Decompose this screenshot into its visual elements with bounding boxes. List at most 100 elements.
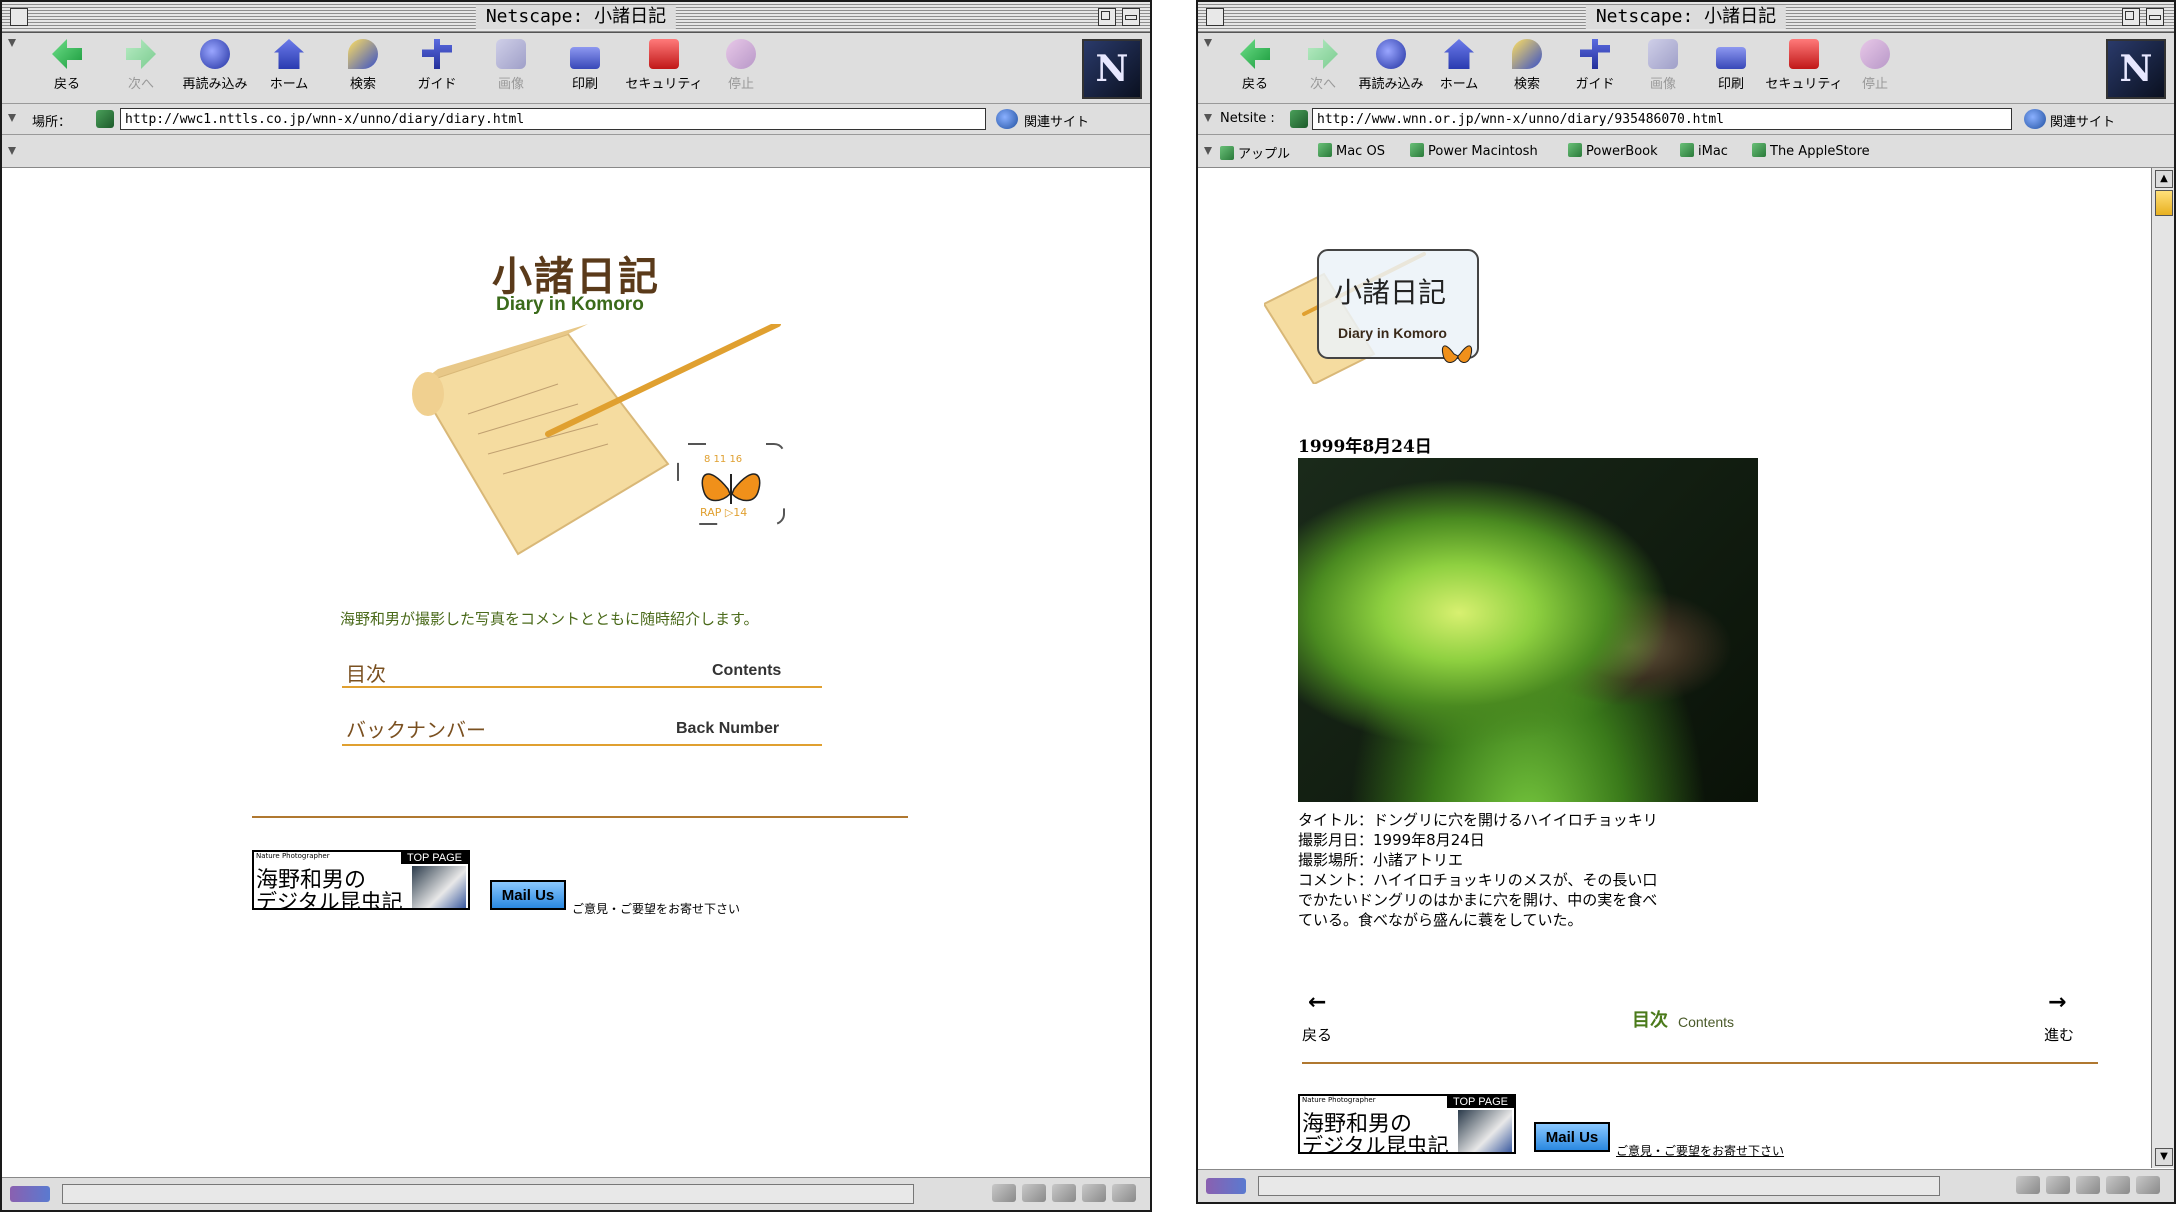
personal-collapse-tab-icon[interactable] [8, 147, 16, 155]
page-proxy-icon[interactable] [96, 110, 114, 128]
nav-backnumber-jp[interactable]: バックナンバー [346, 714, 486, 743]
forward-button[interactable]: 次へ [104, 39, 178, 92]
home-button[interactable]: ホーム [1422, 39, 1496, 92]
netscape-logo-icon[interactable]: N [2106, 39, 2166, 99]
collapse-box-icon[interactable] [2146, 8, 2164, 26]
top-page-banner[interactable]: Nature Photographer TOP PAGE 海野和男の デジタル昆… [252, 850, 470, 910]
guide-button[interactable]: ガイド [400, 39, 474, 92]
url-field[interactable]: http://wwc1.nttls.co.jp/wnn-x/unno/diary… [120, 108, 986, 130]
toolbar-collapse-tab-icon[interactable] [8, 39, 16, 47]
notepad-pencil-illustration: 8 11 16 RAP ▷14 [412, 324, 785, 556]
home-icon [1444, 39, 1474, 69]
banner-np: Nature Photographer [256, 852, 330, 860]
guide-button[interactable]: ガイド [1558, 39, 1632, 92]
diary-logo-en: Diary in Komoro [1338, 325, 1447, 341]
bookmark-powerbook[interactable]: PowerBook [1568, 143, 1658, 159]
stop-button[interactable]: 停止 [704, 39, 778, 92]
nav-contents-jp[interactable]: 目次 [346, 658, 386, 687]
images-button[interactable]: 画像 [474, 39, 548, 92]
bookmark-applestore[interactable]: The AppleStore [1752, 143, 1870, 159]
top-page-banner[interactable]: Nature Photographer TOP PAGE 海野和男の デジタル昆… [1298, 1094, 1516, 1154]
personal-collapse-tab-icon[interactable] [1204, 147, 1212, 155]
composer-icon[interactable] [2136, 1176, 2160, 1194]
forward-link[interactable]: 進む [2044, 1024, 2074, 1045]
component-bar [992, 1184, 1136, 1202]
address-book-icon[interactable] [1082, 1184, 1106, 1202]
vertical-scrollbar[interactable]: ▲ ▼ [2151, 168, 2174, 1168]
banner-top: TOP PAGE [400, 852, 468, 864]
toolbar-collapse-tab-icon[interactable] [1204, 39, 1212, 47]
security-status-icon[interactable] [1206, 1178, 1246, 1194]
back-button[interactable]: 戻る [30, 39, 104, 92]
forward-arrow-icon [1308, 39, 1338, 69]
title-bar[interactable]: Netscape: 小諸日記 [2, 2, 1150, 33]
guide-icon [422, 39, 452, 69]
security-status-icon[interactable] [10, 1186, 50, 1202]
news-icon[interactable] [2076, 1176, 2100, 1194]
locbar-collapse-tab-icon[interactable] [1204, 114, 1212, 122]
related-sites-button[interactable]: 関連サイト [1024, 111, 1089, 130]
composer-icon[interactable] [1112, 1184, 1136, 1202]
navigator-icon[interactable] [992, 1184, 1016, 1202]
page-proxy-icon[interactable] [1290, 110, 1308, 128]
mail-note: ご意見・ご要望をお寄せ下さい [572, 902, 741, 916]
mail-us-button[interactable]: Mail Us [1534, 1122, 1610, 1152]
search-button[interactable]: 検索 [1490, 39, 1564, 92]
butterfly-numbers: 8 11 16 [704, 454, 742, 465]
mail-icon[interactable] [1022, 1184, 1046, 1202]
nav-contents-en[interactable]: Contents [712, 662, 781, 680]
collapse-box-icon[interactable] [1122, 8, 1140, 26]
mail-icon[interactable] [2046, 1176, 2070, 1194]
bookmark-imac[interactable]: iMac [1680, 143, 1728, 159]
search-button[interactable]: 検索 [326, 39, 400, 92]
back-button[interactable]: 戻る [1218, 39, 1292, 92]
zoom-box-icon[interactable] [2122, 8, 2140, 26]
news-icon[interactable] [1052, 1184, 1076, 1202]
contents-link-en[interactable]: Contents [1678, 1014, 1734, 1030]
security-button[interactable]: セキュリティ [622, 39, 706, 92]
related-sites-button[interactable]: 関連サイト [2050, 111, 2115, 130]
component-bar [2016, 1176, 2160, 1194]
back-link[interactable]: 戻る [1302, 1024, 1332, 1045]
scroll-thumb[interactable] [2155, 190, 2173, 216]
bookmark-macos[interactable]: Mac OS [1318, 143, 1385, 159]
entry-date: 1999年8月24日 [1298, 437, 1432, 457]
home-button[interactable]: ホーム [252, 39, 326, 92]
images-icon [1648, 39, 1678, 69]
mail-us-button[interactable]: Mail Us [490, 880, 566, 910]
related-sites-icon[interactable] [996, 109, 1018, 129]
close-box-icon[interactable] [1206, 8, 1224, 26]
bookmark-apple[interactable]: アップル [1220, 143, 1290, 162]
back-arrow-icon[interactable]: ← [1308, 990, 1326, 1015]
zoom-box-icon[interactable] [1098, 8, 1116, 26]
nav-backnumber-en[interactable]: Back Number [676, 720, 779, 738]
forward-arrow-icon[interactable]: → [2048, 990, 2066, 1015]
contents-link-jp[interactable]: 目次 [1632, 1006, 1668, 1032]
reload-icon [1376, 39, 1406, 69]
bookmark-powermac[interactable]: Power Macintosh [1410, 143, 1538, 159]
reload-button[interactable]: 再読み込み [178, 39, 252, 92]
stop-button[interactable]: 停止 [1838, 39, 1912, 92]
images-button[interactable]: 画像 [1626, 39, 1700, 92]
navigator-icon[interactable] [2016, 1176, 2040, 1194]
scroll-up-arrow-icon[interactable]: ▲ [2155, 170, 2173, 188]
security-lock-icon [649, 39, 679, 69]
navigation-toolbar: 戻る 次へ 再読み込み ホーム 検索 ガイド 画像 印刷 セキュリティ 停止 N [1198, 33, 2174, 104]
forward-button[interactable]: 次へ [1286, 39, 1360, 92]
locbar-collapse-tab-icon[interactable] [8, 114, 16, 122]
reload-button[interactable]: 再読み込み [1354, 39, 1428, 92]
security-button[interactable]: セキュリティ [1762, 39, 1846, 92]
mail-note-link[interactable]: ご意見・ご要望をお寄せ下さい [1616, 1142, 1784, 1159]
status-field [1258, 1176, 1940, 1196]
print-button[interactable]: 印刷 [1694, 39, 1768, 92]
print-button[interactable]: 印刷 [548, 39, 622, 92]
url-field[interactable]: http://www.wnn.or.jp/wnn-x/unno/diary/93… [1312, 108, 2012, 130]
related-sites-icon[interactable] [2024, 109, 2046, 129]
netscape-logo-icon[interactable]: N [1082, 39, 1142, 99]
location-bar: 場所： http://wwc1.nttls.co.jp/wnn-x/unno/d… [2, 104, 1150, 135]
scroll-down-arrow-icon[interactable]: ▼ [2155, 1148, 2173, 1166]
title-bar[interactable]: Netscape: 小諸日記 [1198, 2, 2174, 33]
close-box-icon[interactable] [10, 8, 28, 26]
address-book-icon[interactable] [2106, 1176, 2130, 1194]
status-field [62, 1184, 914, 1204]
